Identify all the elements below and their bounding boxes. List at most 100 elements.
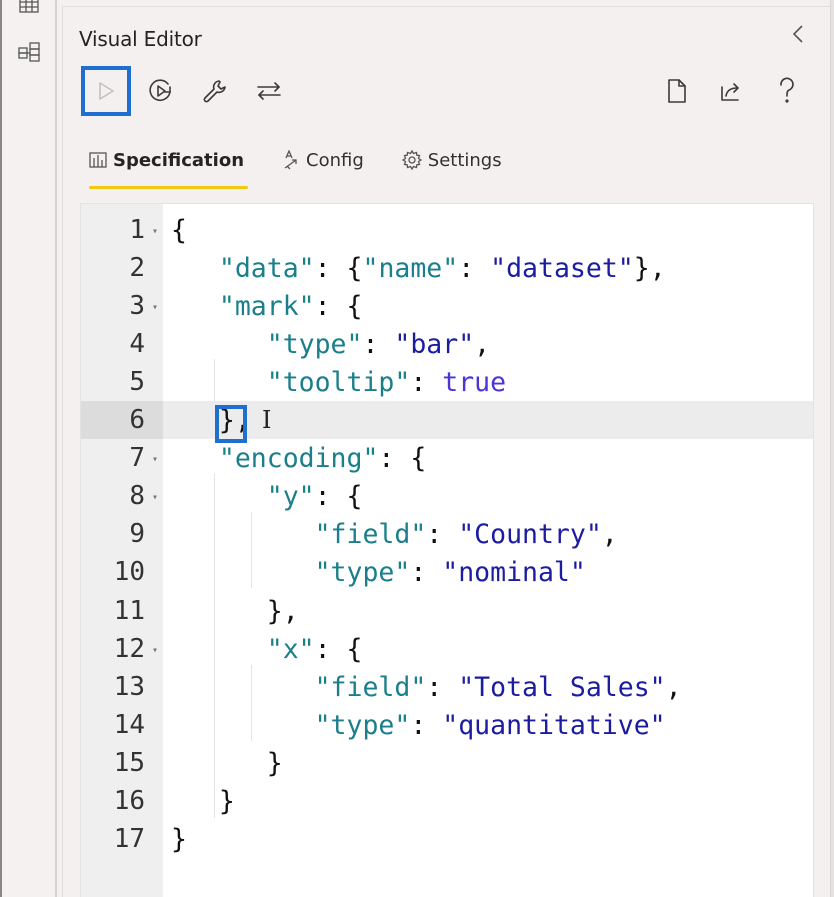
document-icon bbox=[668, 79, 686, 103]
fold-toggle-icon[interactable]: ▾ bbox=[152, 645, 158, 656]
code-token: "mark" bbox=[218, 290, 315, 322]
visual-editor-pane: Visual Editor Specification Config Setti… bbox=[62, 6, 830, 897]
line-number: 6 bbox=[129, 405, 145, 436]
swap-arrows-icon bbox=[257, 82, 281, 100]
fold-toggle-icon[interactable]: ▾ bbox=[152, 492, 158, 503]
visual-editor-window: Visual Editor Specification Config Setti… bbox=[0, 0, 834, 897]
line-number: 2 bbox=[129, 253, 145, 284]
code-token: "x" bbox=[266, 633, 315, 665]
code-line: 14 "type": "quantitative" bbox=[81, 706, 813, 744]
model-icon[interactable] bbox=[16, 40, 42, 66]
code-token: : bbox=[410, 556, 443, 588]
help-icon bbox=[780, 77, 794, 103]
line-number: 16 bbox=[113, 786, 145, 817]
run-button[interactable] bbox=[81, 66, 131, 116]
tab-label: Specification bbox=[113, 149, 245, 171]
code-line: 11 }, bbox=[81, 592, 813, 630]
text-format-icon bbox=[284, 150, 297, 170]
code-token: true bbox=[442, 366, 507, 398]
line-number: 1 bbox=[129, 215, 145, 246]
code-token: }, bbox=[633, 252, 666, 284]
code-token: "nominal" bbox=[442, 556, 586, 588]
code-token: "field" bbox=[314, 671, 427, 703]
fold-toggle-icon[interactable]: ▾ bbox=[152, 302, 158, 313]
tab-specification[interactable]: Specification bbox=[89, 145, 249, 189]
tab-config[interactable]: Config bbox=[282, 145, 364, 175]
tab-settings[interactable]: Settings bbox=[401, 145, 502, 175]
code-token: , bbox=[665, 671, 682, 703]
line-number: 17 bbox=[113, 824, 145, 855]
text-cursor-icon: I bbox=[262, 406, 272, 434]
pane-title: Visual Editor bbox=[79, 27, 202, 51]
code-token: }, bbox=[266, 595, 299, 627]
map-fields-button[interactable] bbox=[245, 67, 293, 115]
code-line: 13 "field": "Total Sales", bbox=[81, 668, 813, 706]
tab-label: Config bbox=[306, 149, 364, 171]
code-line: 8 ▾ "y": { bbox=[81, 477, 813, 515]
code-token: : { bbox=[314, 290, 363, 322]
line-number: 4 bbox=[129, 329, 145, 360]
code-token: } bbox=[218, 785, 235, 817]
line-number: 3 bbox=[129, 291, 145, 322]
line-number: 9 bbox=[129, 519, 145, 550]
code-line: 12 ▾ "x": { bbox=[81, 630, 813, 668]
code-token: : bbox=[426, 671, 459, 703]
line-number: 5 bbox=[129, 367, 145, 398]
code-token: "quantitative" bbox=[442, 709, 666, 741]
code-token: : { bbox=[314, 252, 363, 284]
code-token: "bar" bbox=[394, 328, 475, 360]
code-line: 17 } bbox=[81, 820, 813, 858]
code-line: 1 ▾ { bbox=[81, 211, 813, 249]
code-token: : bbox=[410, 366, 443, 398]
line-number: 11 bbox=[113, 596, 145, 627]
chevron-left-icon bbox=[792, 25, 803, 43]
collapse-pane-button[interactable] bbox=[788, 21, 808, 47]
code-token: } bbox=[266, 747, 283, 779]
rail-edge bbox=[0, 0, 2, 897]
editor-tabs: Specification Config Settings bbox=[89, 145, 540, 189]
code-token: { bbox=[171, 214, 187, 246]
code-token: "encoding" bbox=[218, 442, 379, 474]
share-icon bbox=[721, 83, 739, 101]
scrollbar-track[interactable] bbox=[830, 0, 834, 897]
code-line: 3 ▾ "mark": { bbox=[81, 287, 813, 325]
code-token: : { bbox=[314, 633, 363, 665]
help-button[interactable] bbox=[763, 67, 811, 115]
code-line: 15 } bbox=[81, 744, 813, 782]
repair-button[interactable] bbox=[191, 67, 239, 115]
line-number: 12 bbox=[113, 634, 145, 665]
fold-toggle-icon[interactable]: ▾ bbox=[152, 226, 158, 237]
code-token: "dataset" bbox=[490, 252, 634, 284]
code-token: "type" bbox=[314, 709, 411, 741]
code-token: }, bbox=[218, 404, 251, 436]
code-token: "field" bbox=[314, 518, 427, 550]
line-number: 13 bbox=[113, 672, 145, 703]
code-line: 4 "type": "bar", bbox=[81, 325, 813, 363]
code-token: "y" bbox=[266, 480, 315, 512]
code-token: : { bbox=[378, 442, 427, 474]
code-token: "tooltip" bbox=[266, 366, 411, 398]
line-number: 7 bbox=[129, 443, 145, 474]
line-number: 15 bbox=[113, 748, 145, 779]
code-token: : bbox=[410, 709, 443, 741]
code-editor[interactable]: 1 ▾ { 2 "data": {"name": "dataset"}, 3 ▾ "… bbox=[80, 203, 814, 897]
wrench-icon bbox=[203, 80, 226, 103]
code-line: 16 } bbox=[81, 782, 813, 820]
export-button[interactable] bbox=[708, 67, 756, 115]
line-number: 8 bbox=[129, 481, 145, 512]
line-number: 10 bbox=[113, 557, 145, 588]
code-token: , bbox=[474, 328, 491, 360]
code-token: "name" bbox=[362, 252, 459, 284]
new-spec-button[interactable] bbox=[653, 67, 701, 115]
left-rail bbox=[0, 0, 57, 897]
auto-apply-button[interactable] bbox=[137, 67, 185, 115]
code-token: "Total Sales" bbox=[458, 671, 666, 703]
fold-toggle-icon[interactable]: ▾ bbox=[152, 454, 158, 465]
tab-label: Settings bbox=[427, 149, 502, 171]
code-token: : bbox=[362, 328, 395, 360]
table-icon[interactable] bbox=[16, 0, 42, 18]
code-line: 10 "type": "nominal" bbox=[81, 553, 813, 591]
line-number: 14 bbox=[113, 710, 145, 741]
code-token: : bbox=[458, 252, 491, 284]
gear-icon bbox=[401, 150, 422, 170]
